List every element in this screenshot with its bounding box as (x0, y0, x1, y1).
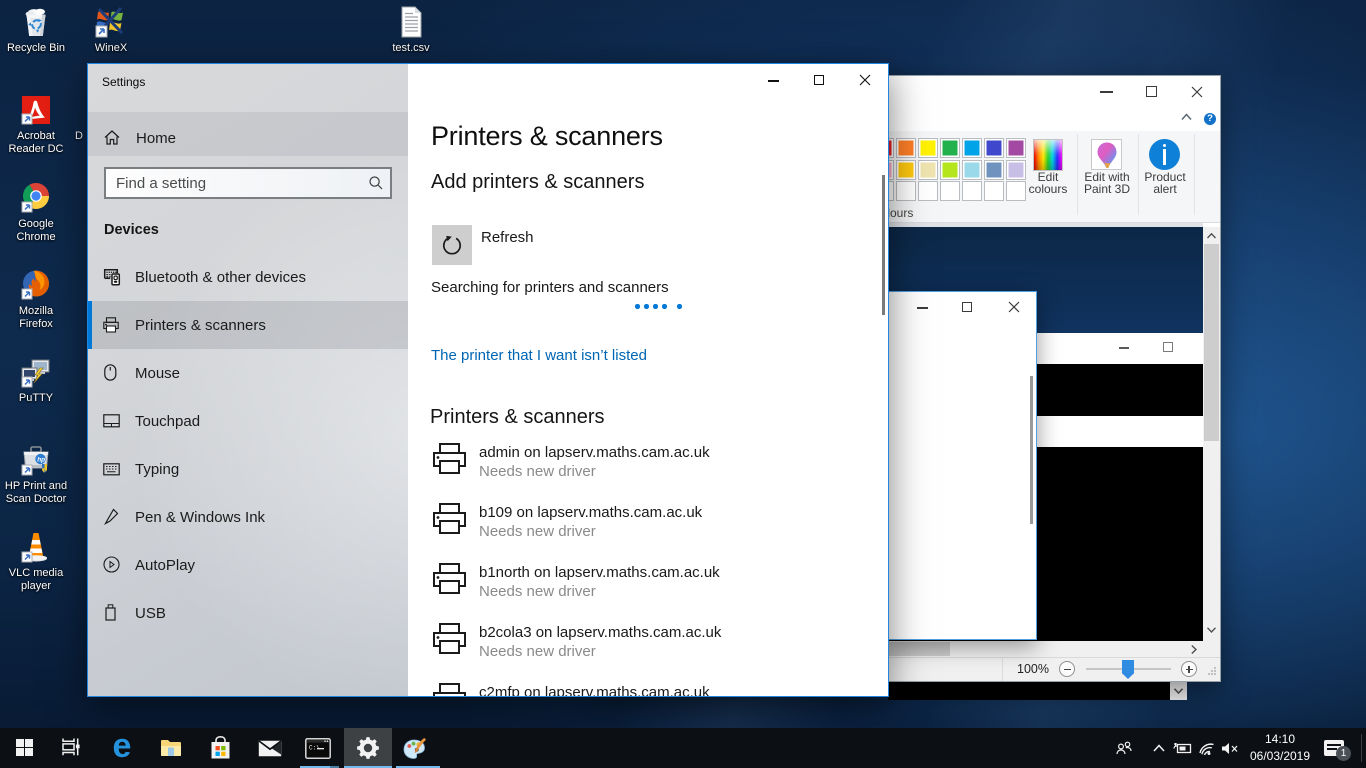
svg-text:hp: hp (37, 456, 45, 463)
